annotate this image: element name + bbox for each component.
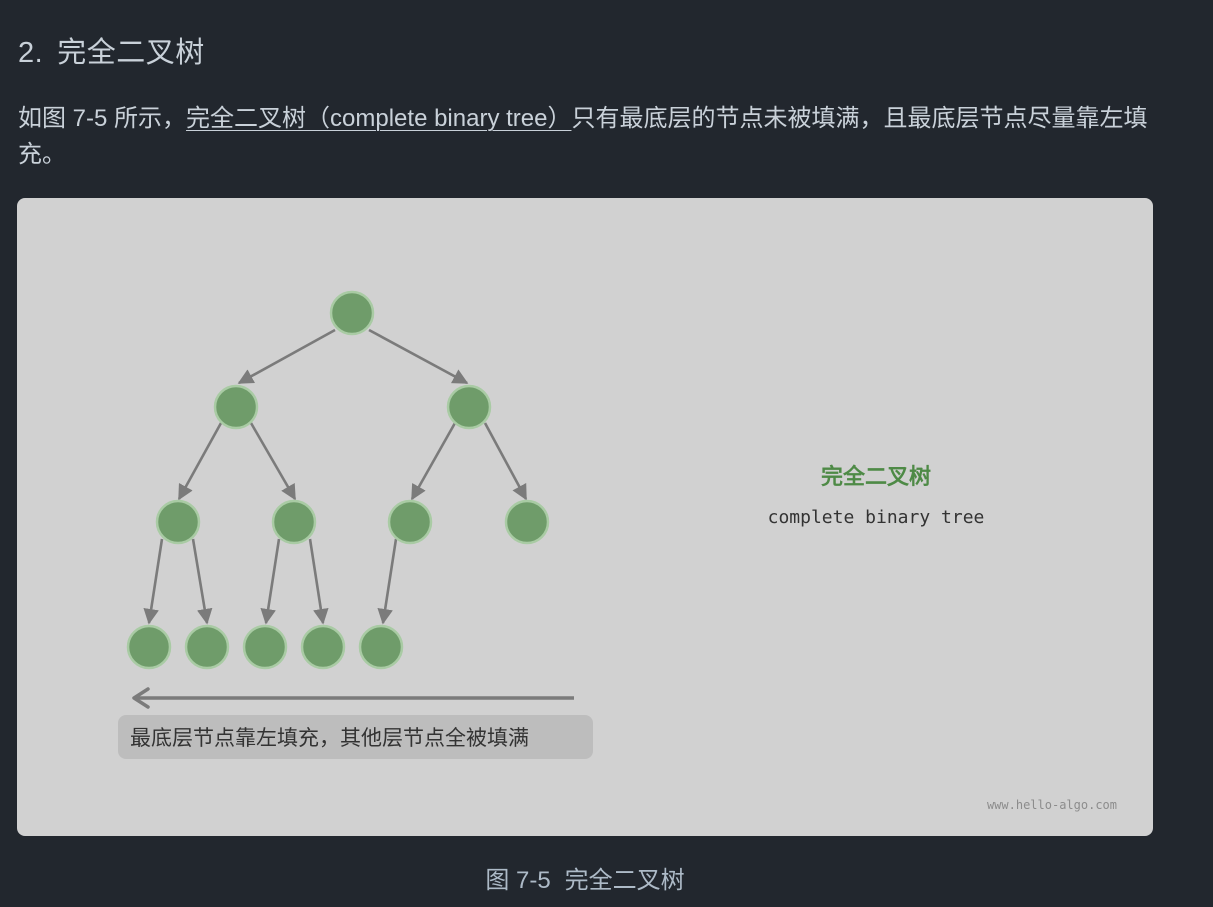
tree-edge (410, 422, 457, 501)
paragraph-intro: 如图 7-5 所示， (18, 105, 187, 132)
section-number: 2. (18, 37, 44, 69)
tree-node (184, 624, 230, 670)
tree-node (271, 499, 317, 545)
tree-node (504, 499, 550, 545)
page: 2. 完全二叉树 如图 7-5 所示，完全二叉树（complete binary … (0, 0, 1213, 907)
tree-node (213, 384, 259, 430)
tree-node (387, 499, 433, 545)
tree-edge (191, 538, 213, 625)
tree-edges (143, 328, 528, 625)
figure-subtitle: complete binary tree (768, 507, 985, 528)
section-heading: 2. 完全二叉树 (18, 30, 205, 76)
tree-node (300, 624, 346, 670)
tree-node-root (329, 290, 375, 336)
watermark: www.hello-algo.com (987, 798, 1117, 812)
figure-title: 完全二叉树 (821, 464, 931, 490)
tree-edge (260, 538, 281, 625)
tree-edge (237, 328, 336, 385)
figure-complete-binary-tree: 最底层节点靠左填充，其他层节点全被填满 完全二叉树 complete binar… (17, 198, 1153, 836)
tree-edge (177, 422, 223, 501)
caption-number: 图 7-5 (485, 867, 551, 894)
tree-edge (483, 422, 528, 501)
tree-node (126, 624, 172, 670)
section-title: 完全二叉树 (57, 37, 205, 69)
tree-edge (143, 538, 164, 625)
tree-node (242, 624, 288, 670)
tree-illustration: 最底层节点靠左填充，其他层节点全被填满 完全二叉树 complete binar… (118, 290, 1117, 812)
complete-binary-tree-link[interactable]: 完全二叉树（complete binary tree） (186, 105, 571, 132)
tree-node (155, 499, 201, 545)
tree-edge (308, 538, 329, 625)
annotation-text: 最底层节点靠左填充，其他层节点全被填满 (130, 726, 529, 750)
tree-nodes (126, 290, 550, 670)
description-paragraph: 如图 7-5 所示，完全二叉树（complete binary tree）只有最… (18, 101, 1158, 173)
caption-title: 完全二叉树 (564, 867, 685, 894)
tree-edge (368, 328, 469, 385)
tree-node (358, 624, 404, 670)
tree-edge (377, 538, 398, 625)
tree-node (446, 384, 492, 430)
figure-caption: 图 7-5 完全二叉树 (0, 863, 1170, 899)
tree-edge (249, 422, 297, 501)
